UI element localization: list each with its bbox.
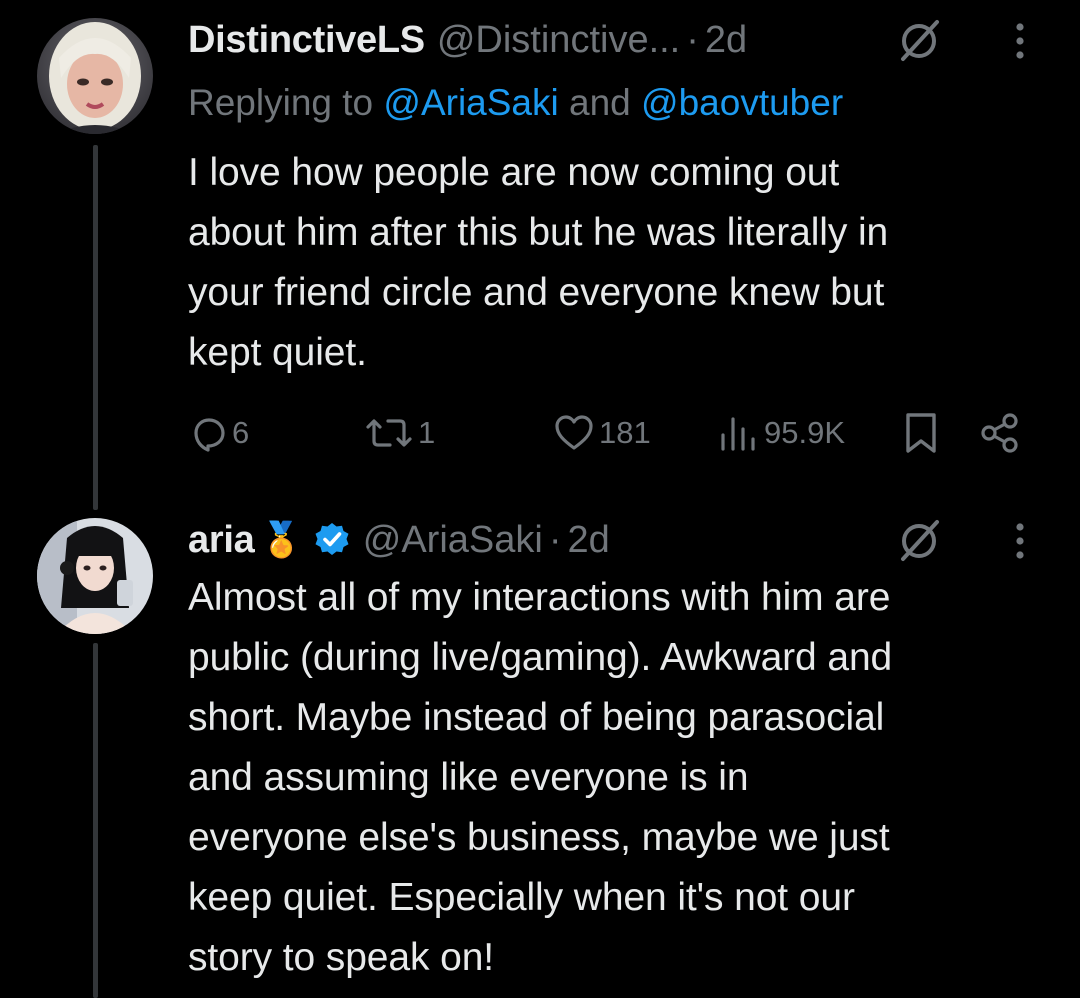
views-button[interactable]: 95.9K bbox=[718, 410, 845, 456]
grok-icon[interactable] bbox=[897, 17, 943, 63]
user-handle[interactable]: @AriaSaki bbox=[363, 517, 543, 563]
share-button[interactable] bbox=[980, 410, 1020, 456]
views-icon bbox=[721, 417, 755, 451]
reply-icon bbox=[194, 418, 225, 452]
tweet-header: aria 🏅 @AriaSaki · 2d bbox=[188, 517, 610, 563]
more-options-icon[interactable] bbox=[1013, 519, 1027, 563]
reply-button[interactable]: 6 bbox=[188, 410, 249, 456]
replying-prefix: Replying to bbox=[188, 82, 384, 123]
action-bar: 6 1 181 95.9K bbox=[188, 410, 1038, 456]
thread-line-top bbox=[93, 145, 98, 510]
like-button[interactable]: 181 bbox=[553, 410, 651, 456]
reply-count: 6 bbox=[232, 415, 250, 450]
medal-emoji: 🏅 bbox=[260, 521, 303, 559]
display-name[interactable]: aria bbox=[188, 517, 255, 563]
like-count: 181 bbox=[599, 415, 651, 450]
mention-baovtuber[interactable]: @baovtuber bbox=[641, 82, 843, 123]
avatar-distinctivels[interactable] bbox=[37, 18, 153, 134]
thread-line-bottom bbox=[93, 643, 98, 998]
repost-button[interactable]: 1 bbox=[364, 410, 435, 456]
repost-count: 1 bbox=[418, 415, 436, 450]
view-count: 95.9K bbox=[764, 415, 846, 450]
separator-dot: · bbox=[548, 519, 562, 561]
separator-dot: · bbox=[686, 19, 699, 61]
tweet-header: DistinctiveLS @Distinctive... · 2d bbox=[188, 17, 747, 63]
timestamp[interactable]: 2d bbox=[568, 517, 610, 563]
grok-icon[interactable] bbox=[897, 517, 943, 563]
replying-to: Replying to @AriaSaki and @baovtuber bbox=[188, 80, 843, 126]
bookmark-button[interactable] bbox=[904, 410, 938, 456]
tweet-text: I love how people are now coming out abo… bbox=[188, 151, 889, 374]
heart-icon bbox=[555, 415, 593, 450]
display-name[interactable]: DistinctiveLS bbox=[188, 17, 425, 63]
share-icon bbox=[981, 413, 1018, 453]
verified-badge-icon bbox=[315, 523, 349, 555]
mention-ariasaki[interactable]: @AriaSaki bbox=[383, 82, 558, 123]
avatar-aria[interactable] bbox=[37, 518, 153, 634]
user-handle[interactable]: @Distinctive... bbox=[437, 17, 680, 63]
repost-icon bbox=[366, 419, 412, 447]
timestamp[interactable]: 2d bbox=[705, 17, 747, 63]
replying-join: and bbox=[558, 82, 642, 123]
tweet-text: Almost all of my interactions with him a… bbox=[188, 576, 893, 979]
more-options-icon[interactable] bbox=[1013, 19, 1027, 63]
bookmark-icon bbox=[906, 413, 936, 453]
